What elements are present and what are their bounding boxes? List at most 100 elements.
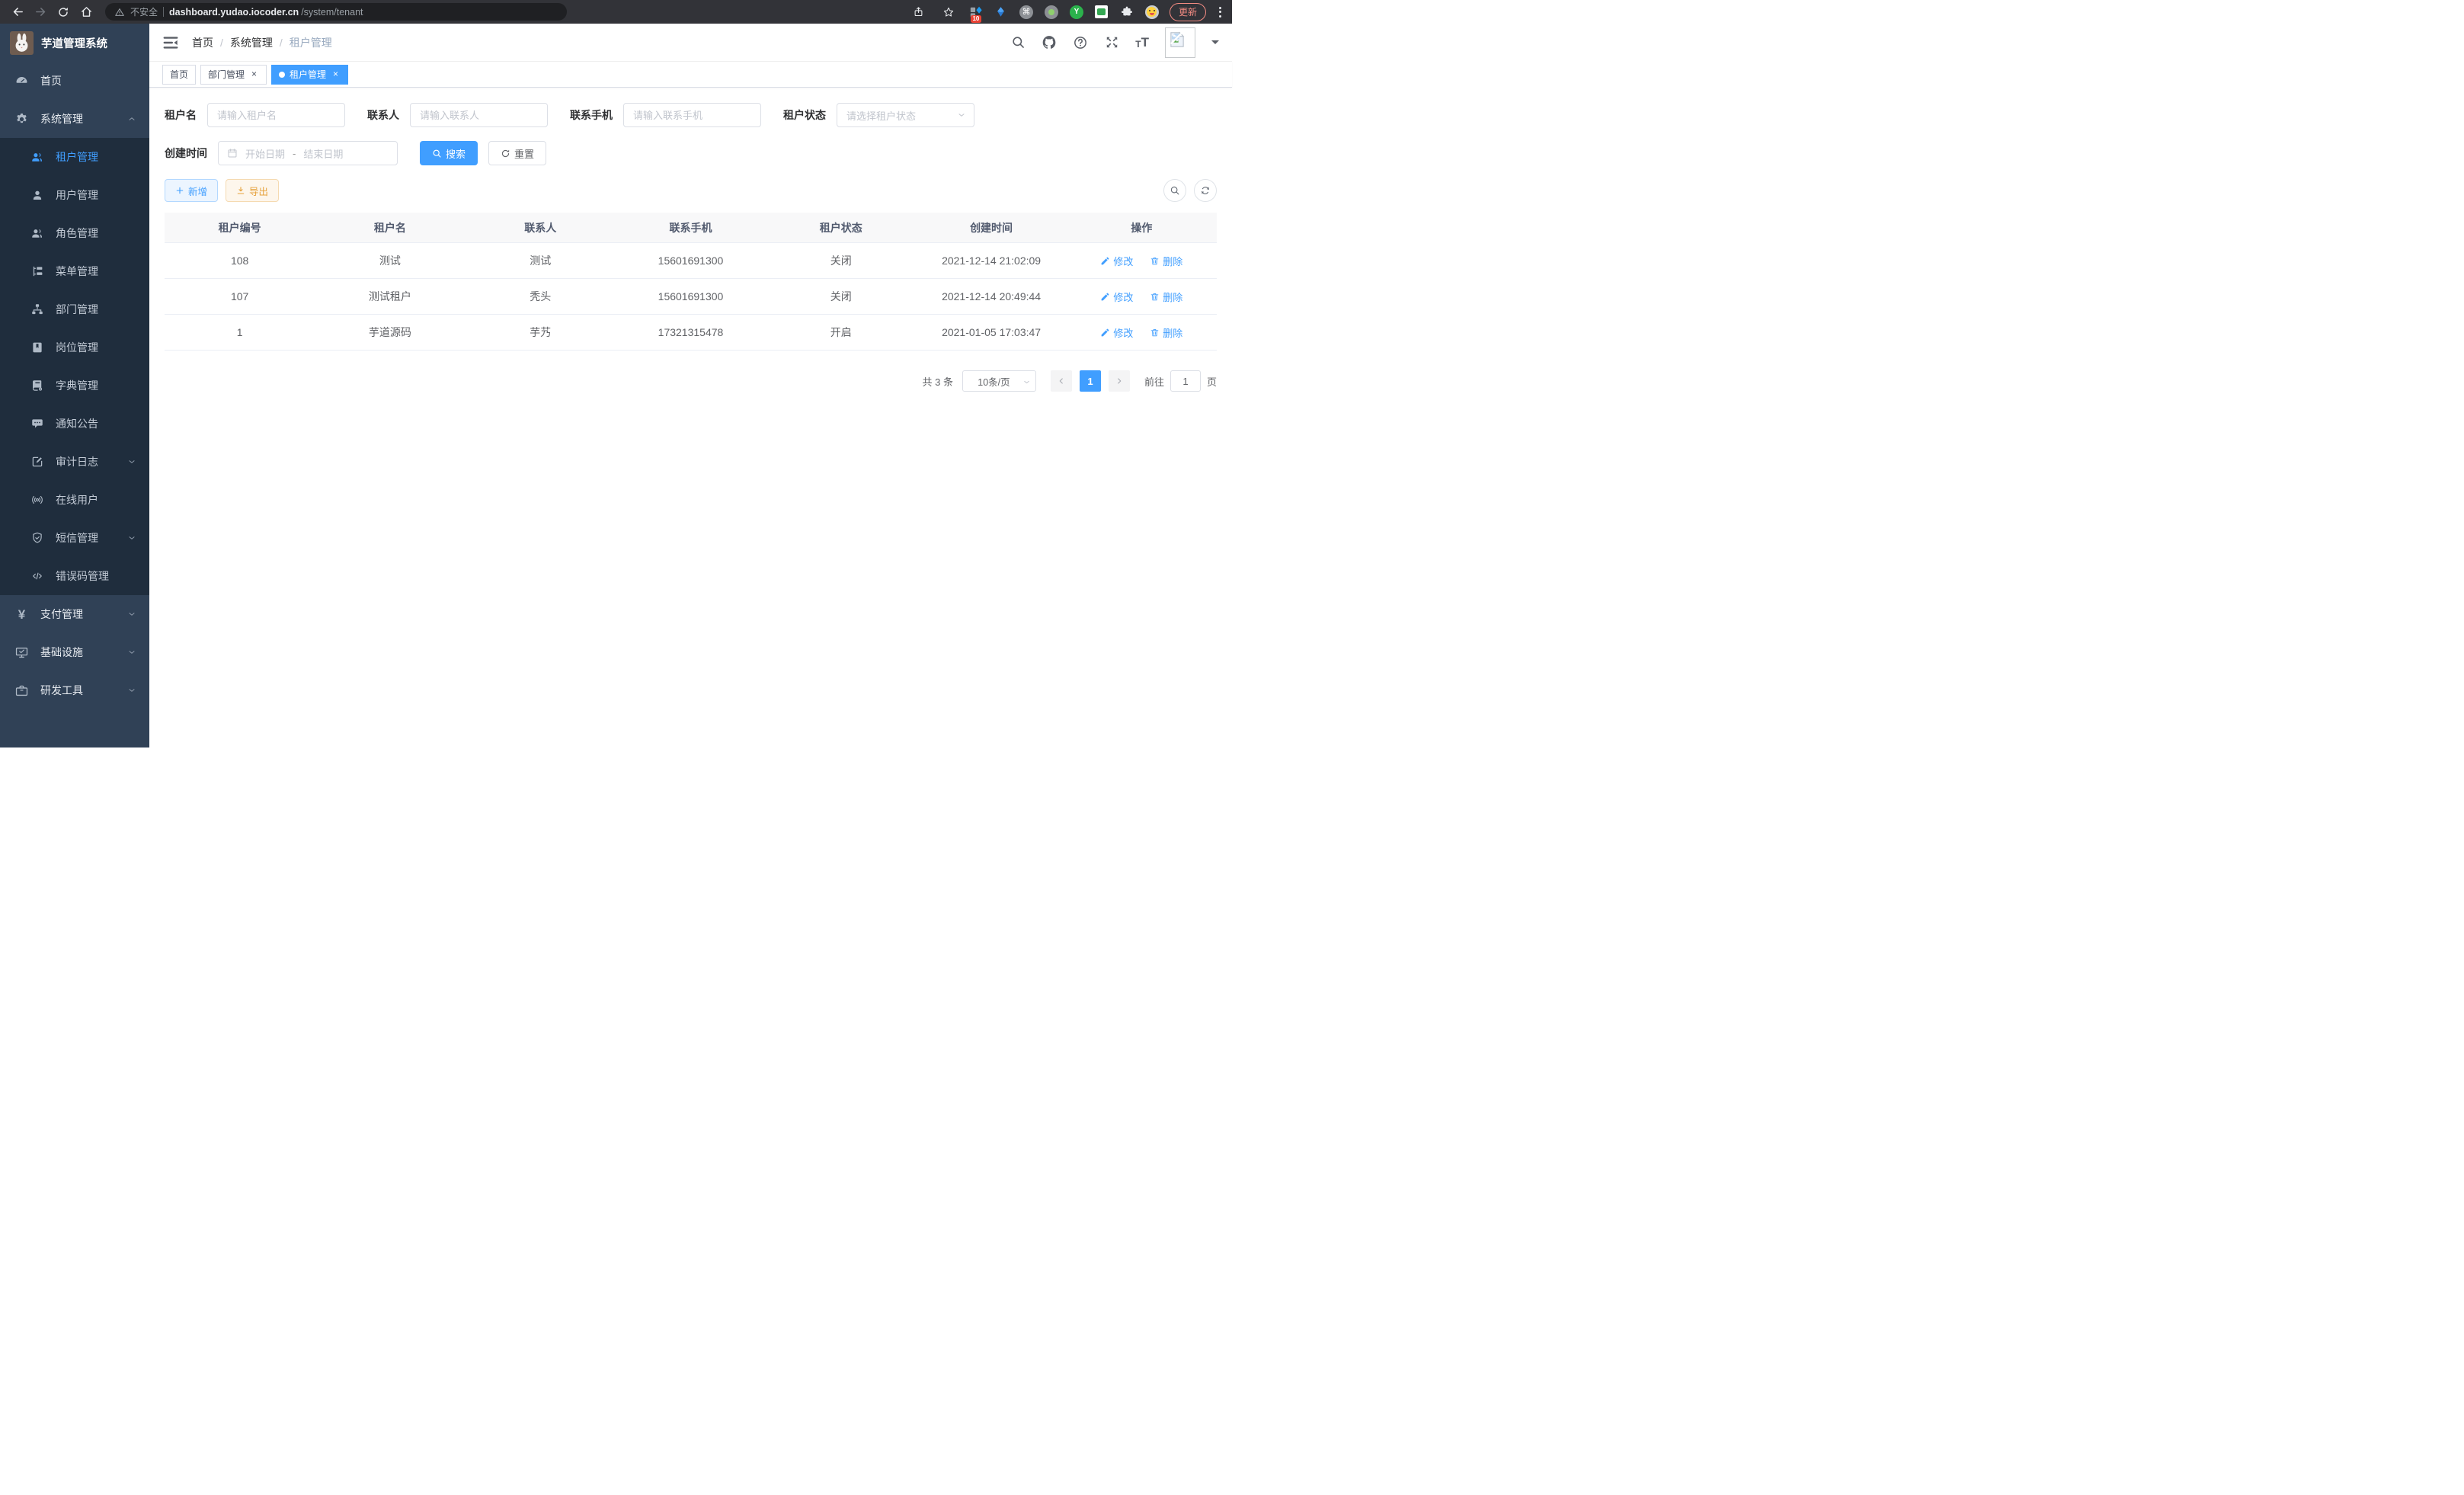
create-time-range-picker[interactable]: 开始日期 - 结束日期 [218, 141, 398, 165]
reset-button[interactable]: 重置 [488, 141, 546, 165]
export-button[interactable]: 导出 [226, 179, 279, 202]
font-size-icon[interactable]: TT [1135, 36, 1149, 49]
sidebar-item-error-code[interactable]: 错误码管理 [0, 557, 149, 595]
delete-button[interactable]: 删除 [1150, 290, 1182, 304]
extension-puzzle-icon[interactable] [1119, 5, 1134, 20]
github-icon[interactable] [1042, 35, 1057, 50]
header-search-icon[interactable] [1010, 35, 1026, 50]
avatar[interactable] [1165, 27, 1195, 58]
close-icon[interactable]: × [249, 69, 259, 79]
browser-menu-icon[interactable] [1216, 5, 1224, 19]
tags-view: 首页 部门管理 × 租户管理 × [149, 62, 1232, 88]
mobile-input[interactable] [623, 103, 761, 127]
sidebar-item-label: 角色管理 [56, 226, 98, 241]
tab-home[interactable]: 首页 [162, 65, 196, 85]
extension-emoji-icon[interactable] [1144, 5, 1160, 20]
edit-button[interactable]: 修改 [1100, 290, 1133, 304]
sidebar-item-label: 系统管理 [40, 111, 83, 126]
extension-tiles-icon[interactable]: 10 [968, 5, 984, 20]
sidebar-item-home[interactable]: 首页 [0, 62, 149, 100]
sidebar-item-devtools[interactable]: 研发工具 [0, 671, 149, 709]
sidebar-collapse-icon[interactable] [162, 34, 179, 51]
breadcrumb-system[interactable]: 系统管理 [230, 35, 273, 50]
browser-home-button[interactable] [76, 2, 96, 22]
delete-button[interactable]: 删除 [1150, 254, 1182, 268]
address-bar[interactable]: 不安全 dashboard.yudao.iocoder.cn/system/te… [105, 3, 567, 21]
search-button[interactable]: 搜索 [420, 141, 478, 165]
browser-forward-button[interactable] [30, 2, 50, 22]
sidebar-item-role[interactable]: 角色管理 [0, 214, 149, 252]
extension-chat-icon[interactable] [1094, 5, 1109, 20]
sidebar-item-post[interactable]: 岗位管理 [0, 328, 149, 367]
refresh-table-button[interactable] [1194, 179, 1217, 202]
page-unit-label: 页 [1207, 374, 1217, 389]
cell-mobile: 15601691300 [616, 255, 766, 267]
sidebar-item-menu[interactable]: 菜单管理 [0, 252, 149, 290]
security-warning-icon[interactable] [114, 7, 125, 18]
breadcrumb-home[interactable]: 首页 [192, 35, 213, 50]
url-path: /system/tenant [301, 7, 363, 18]
goto-page-input[interactable] [1170, 370, 1201, 392]
logo-image [10, 31, 34, 55]
sidebar: 芋道管理系统 首页 系统管理 租户管理 [0, 24, 149, 748]
cell-tenant-id: 1 [165, 326, 315, 338]
app-logo[interactable]: 芋道管理系统 [0, 24, 149, 62]
tenant-name-label: 租户名 [165, 107, 197, 123]
sidebar-item-audit-log[interactable]: 审计日志 [0, 443, 149, 481]
col-status: 租户状态 [766, 220, 916, 235]
sidebar-item-system[interactable]: 系统管理 [0, 100, 149, 138]
refresh-icon [501, 149, 510, 158]
avatar-caret-icon[interactable] [1211, 40, 1219, 48]
goto-label: 前往 [1144, 374, 1164, 389]
contact-input[interactable] [410, 103, 548, 127]
browser-back-button[interactable] [8, 2, 27, 22]
page-number-1[interactable]: 1 [1080, 370, 1101, 392]
cell-created-at: 2021-12-14 20:49:44 [916, 290, 1066, 303]
share-icon[interactable] [909, 2, 929, 22]
tab-label: 部门管理 [208, 68, 245, 81]
browser-update-button[interactable]: 更新 [1170, 3, 1206, 21]
active-tab-dot [279, 72, 285, 78]
security-label[interactable]: 不安全 [130, 5, 158, 18]
tab-label: 首页 [170, 68, 188, 81]
chevron-down-icon [1022, 378, 1031, 386]
extension-y-icon[interactable]: Y [1069, 5, 1084, 20]
delete-button[interactable]: 删除 [1150, 325, 1182, 340]
extension-dot-icon[interactable] [1044, 5, 1059, 20]
fullscreen-icon[interactable] [1104, 35, 1119, 50]
tenant-users-icon [30, 150, 44, 165]
edit-button[interactable]: 修改 [1100, 325, 1133, 340]
sidebar-item-dept[interactable]: 部门管理 [0, 290, 149, 328]
page-size-select[interactable]: 10条/页 [962, 370, 1036, 392]
next-page-button[interactable] [1109, 370, 1130, 392]
tab-dept[interactable]: 部门管理 × [200, 65, 267, 85]
cell-tenant-name: 芋道源码 [315, 325, 465, 340]
close-icon[interactable]: × [331, 69, 341, 79]
edit-button[interactable]: 修改 [1100, 254, 1133, 268]
sidebar-item-payment[interactable]: ¥ 支付管理 [0, 595, 149, 633]
page-content: 租户名 联系人 联系手机 租户状态 请选择租户状态 [149, 88, 1232, 748]
url-host: dashboard.yudao.iocoder.cn [169, 7, 299, 18]
tab-tenant[interactable]: 租户管理 × [271, 65, 348, 85]
prev-page-button[interactable] [1051, 370, 1072, 392]
sidebar-item-infra[interactable]: 基础设施 [0, 633, 149, 671]
extension-command-icon[interactable]: ⌘ [1019, 5, 1034, 20]
extension-kite-icon[interactable] [994, 5, 1009, 20]
sidebar-item-label: 错误码管理 [56, 568, 109, 584]
toggle-search-button[interactable] [1163, 179, 1186, 202]
sidebar-item-dict[interactable]: 字典管理 [0, 367, 149, 405]
browser-reload-button[interactable] [53, 2, 73, 22]
chevron-right-icon [1115, 376, 1124, 386]
date-separator: - [293, 148, 296, 159]
help-question-icon[interactable] [1073, 35, 1088, 50]
sidebar-item-online-users[interactable]: 在线用户 [0, 481, 149, 519]
sidebar-item-sms[interactable]: 短信管理 [0, 519, 149, 557]
sidebar-item-user[interactable]: 用户管理 [0, 176, 149, 214]
tenant-name-input[interactable] [207, 103, 345, 127]
add-button[interactable]: 新增 [165, 179, 218, 202]
sidebar-item-notice[interactable]: 通知公告 [0, 405, 149, 443]
status-select[interactable]: 请选择租户状态 [837, 103, 974, 127]
sidebar-item-tenant[interactable]: 租户管理 [0, 138, 149, 176]
briefcase-icon [14, 683, 29, 698]
bookmark-star-icon[interactable] [939, 2, 958, 22]
